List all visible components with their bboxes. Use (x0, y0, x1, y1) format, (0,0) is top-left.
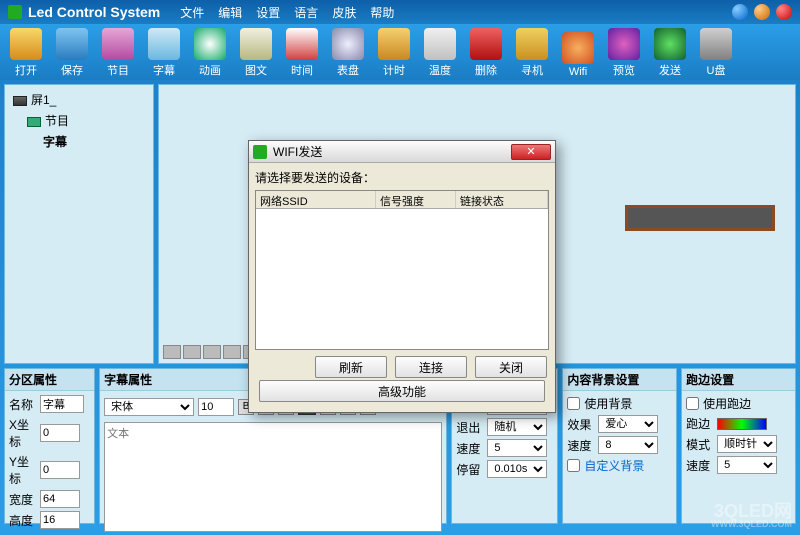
dialog-close-button[interactable]: ✕ (511, 144, 551, 160)
pic-icon (240, 28, 272, 60)
panel-title: 内容背景设置 (563, 369, 676, 391)
time-icon (286, 28, 318, 60)
tool-timer[interactable]: 计时 (372, 26, 416, 78)
timer-icon (378, 28, 410, 60)
border-speed-select[interactable]: 5 (717, 456, 777, 474)
menubar: 文件 编辑 设置 语言 皮肤 帮助 (180, 4, 394, 21)
subtitle-icon (148, 28, 180, 60)
wifi-send-dialog: WIFI发送 ✕ 请选择要发送的设备： 网络SSID 信号强度 链接状态 刷新 … (248, 140, 556, 413)
delete-icon (470, 28, 502, 60)
custom-bg-checkbox[interactable]: 自定义背景 (567, 457, 672, 474)
use-bg-checkbox[interactable]: 使用背景 (567, 395, 672, 412)
font-select[interactable]: 宋体 (104, 398, 194, 416)
menu-file[interactable]: 文件 (180, 4, 204, 21)
dialog-titlebar[interactable]: WIFI发送 ✕ (249, 141, 555, 163)
advanced-button[interactable]: 高级功能 (259, 380, 545, 402)
wifi-device-grid[interactable]: 网络SSID 信号强度 链接状态 (255, 190, 549, 350)
border-style-select[interactable] (717, 418, 767, 430)
partition-x-field[interactable] (40, 424, 80, 442)
program-icon (27, 117, 41, 127)
tree-screen-node[interactable]: 屏1_ (9, 89, 149, 110)
border-mode-select[interactable]: 顺时针 (717, 435, 777, 453)
exit-effect-select[interactable]: 随机 (487, 418, 547, 436)
tree-panel: 屏1_ 节目 字幕 (4, 84, 154, 364)
screen-icon (13, 96, 27, 106)
tool-temp[interactable]: 温度 (418, 26, 462, 78)
preview-icon (608, 28, 640, 60)
dialog-title: WIFI发送 (273, 143, 322, 160)
temp-icon (424, 28, 456, 60)
partition-y-field[interactable] (40, 461, 80, 479)
col-ssid[interactable]: 网络SSID (256, 191, 376, 208)
panel-title: 跑边设置 (682, 369, 795, 391)
subtitle-text-area[interactable] (104, 422, 442, 532)
app-title: Led Control System (28, 4, 160, 20)
tool-anim[interactable]: 动画 (188, 26, 232, 78)
partition-name-field[interactable] (40, 395, 84, 413)
menu-language[interactable]: 语言 (294, 4, 318, 21)
refresh-button[interactable]: 刷新 (315, 356, 387, 378)
partition-height-field[interactable] (40, 511, 80, 529)
use-border-checkbox[interactable]: 使用跑边 (686, 395, 791, 412)
tool-preview[interactable]: 预览 (602, 26, 646, 78)
partition-panel: 分区属性 名称 X坐标 Y坐标 宽度 高度 (4, 368, 95, 524)
send-icon (654, 28, 686, 60)
tool-pic[interactable]: 图文 (234, 26, 278, 78)
tool-usb[interactable]: U盘 (694, 26, 738, 78)
app-logo-icon (8, 5, 22, 19)
prog-icon (102, 28, 134, 60)
partition-width-field[interactable] (40, 490, 80, 508)
bg-effect-select[interactable]: 爱心 (598, 415, 658, 433)
tool-delete[interactable]: 删除 (464, 26, 508, 78)
tool-prog[interactable]: 节目 (96, 26, 140, 78)
watermark: 3QLED网 WWW.3QLED.COM (711, 502, 792, 529)
tool-wifi[interactable]: Wifi (556, 26, 600, 78)
exit-speed-select[interactable]: 5 (487, 439, 547, 457)
canvas-status-icons (163, 345, 261, 359)
tool-send[interactable]: 发送 (648, 26, 692, 78)
tool-save[interactable]: 保存 (50, 26, 94, 78)
background-panel: 内容背景设置 使用背景 效果爱心 速度8 自定义背景 (562, 368, 677, 524)
main-toolbar: 打开保存节目字幕动画图文时间表盘计时温度删除寻机Wifi预览发送U盘 (0, 24, 800, 80)
grid-header: 网络SSID 信号强度 链接状态 (256, 191, 548, 209)
align-icon[interactable] (163, 345, 181, 359)
close-window-button[interactable] (776, 4, 792, 20)
dialog-prompt: 请选择要发送的设备： (255, 169, 549, 186)
anim-icon (194, 28, 226, 60)
close-button[interactable]: 关闭 (475, 356, 547, 378)
find-icon (516, 28, 548, 60)
tool-find[interactable]: 寻机 (510, 26, 554, 78)
stay-time-select[interactable]: 0.010s (487, 460, 547, 478)
led-preview[interactable] (625, 205, 775, 231)
panel-title: 分区属性 (5, 369, 94, 391)
menu-help[interactable]: 帮助 (370, 4, 394, 21)
bg-speed-select[interactable]: 8 (598, 436, 658, 454)
open-icon (10, 28, 42, 60)
menu-skin[interactable]: 皮肤 (332, 4, 356, 21)
tool-open[interactable]: 打开 (4, 26, 48, 78)
tool-subtitle[interactable]: 字幕 (142, 26, 186, 78)
minimize-button[interactable] (732, 4, 748, 20)
save-icon (56, 28, 88, 60)
tree-subtitle-node[interactable]: 字幕 (9, 131, 149, 152)
align-icon[interactable] (223, 345, 241, 359)
tool-clock[interactable]: 表盘 (326, 26, 370, 78)
maximize-button[interactable] (754, 4, 770, 20)
connect-button[interactable]: 连接 (395, 356, 467, 378)
wifi-icon (562, 32, 594, 64)
menu-settings[interactable]: 设置 (256, 4, 280, 21)
window-buttons (732, 4, 792, 20)
align-icon[interactable] (183, 345, 201, 359)
dialog-logo-icon (253, 145, 267, 159)
tree-program-node[interactable]: 节目 (9, 110, 149, 131)
col-signal[interactable]: 信号强度 (376, 191, 456, 208)
clock-icon (332, 28, 364, 60)
menu-edit[interactable]: 编辑 (218, 4, 242, 21)
tool-time[interactable]: 时间 (280, 26, 324, 78)
align-icon[interactable] (203, 345, 221, 359)
font-size-field[interactable] (198, 398, 234, 416)
col-status[interactable]: 链接状态 (456, 191, 548, 208)
usb-icon (700, 28, 732, 60)
titlebar: Led Control System 文件 编辑 设置 语言 皮肤 帮助 (0, 0, 800, 24)
